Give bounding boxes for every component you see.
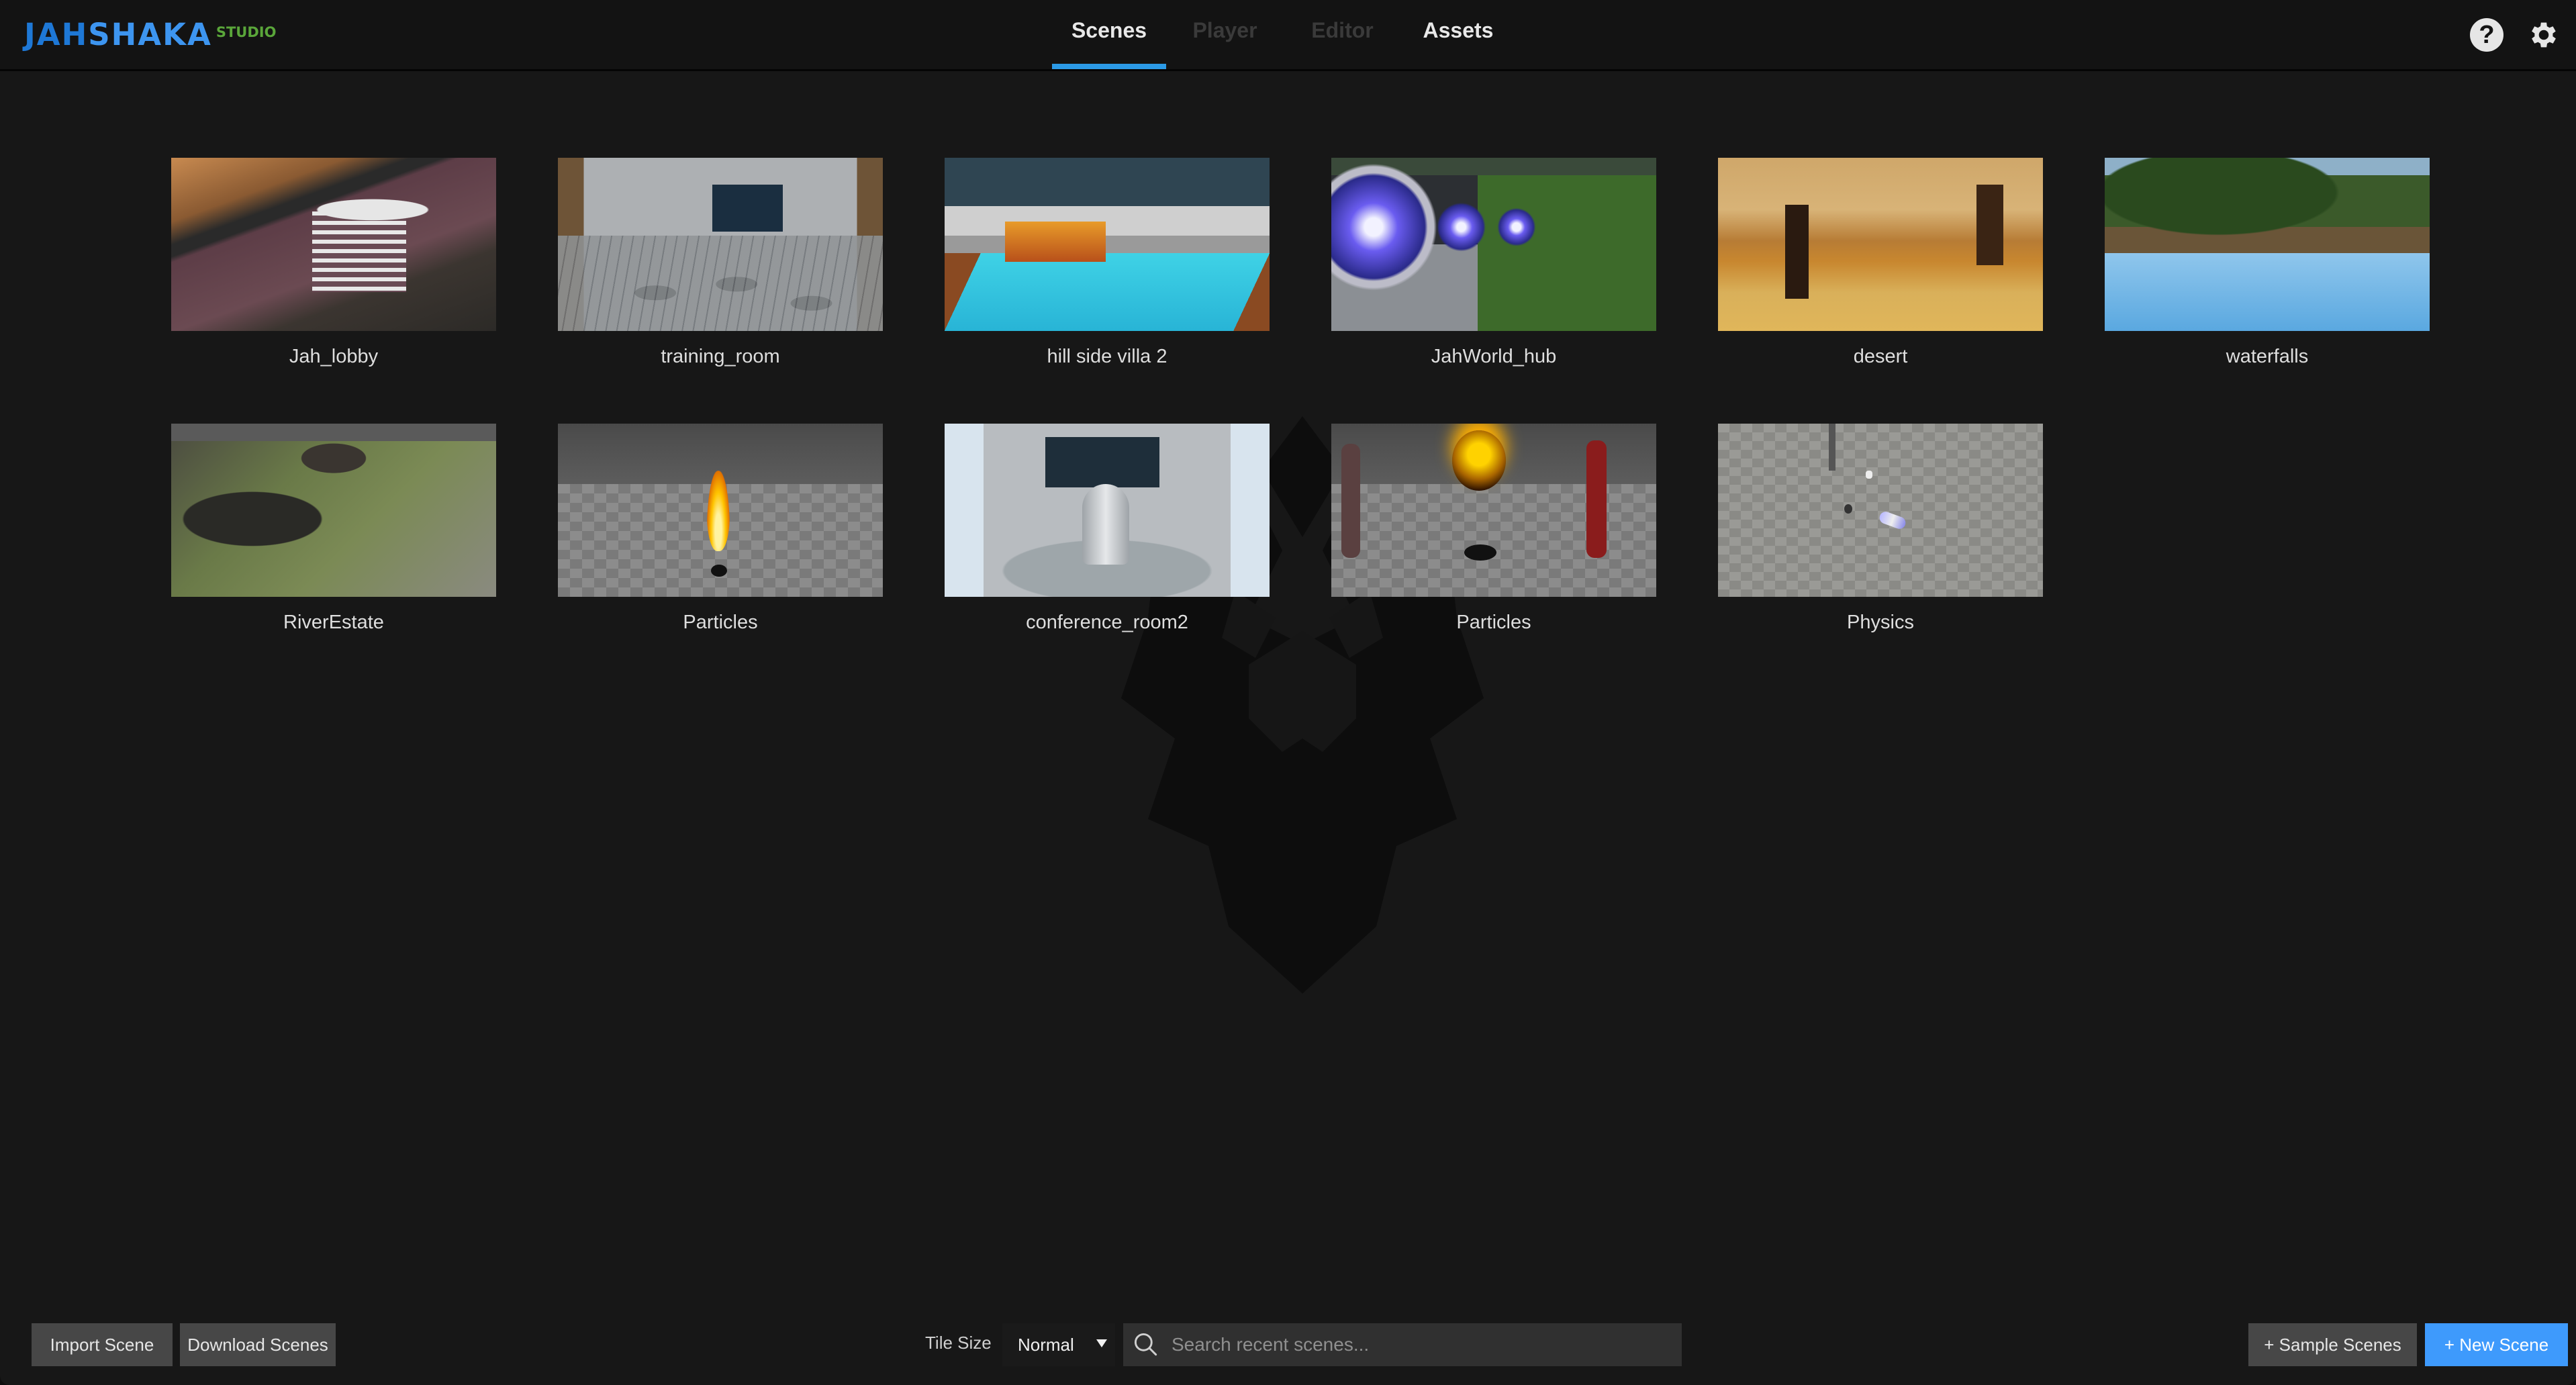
scene-name: waterfalls — [2226, 346, 2309, 367]
scene-thumbnail[interactable] — [2105, 158, 2430, 331]
main-tabs: Scenes Player Editor Assets — [1052, 0, 1515, 69]
scene-thumbnail[interactable] — [945, 424, 1270, 597]
scene-tile[interactable]: desert — [1718, 158, 2043, 367]
search-box[interactable] — [1123, 1323, 1682, 1366]
logo-jah: JAH — [24, 17, 89, 52]
tile-size-dropdown[interactable]: Normal — [1002, 1323, 1115, 1366]
tab-editor[interactable]: Editor — [1284, 0, 1401, 69]
scene-name: training_room — [661, 346, 780, 367]
scene-name: hill side villa 2 — [1047, 346, 1167, 367]
import-scene-button[interactable]: Import Scene — [32, 1323, 173, 1366]
scenes-window: JAHSHAKA STUDIO Scenes Player Editor Ass… — [0, 0, 2576, 1385]
tab-assets[interactable]: Assets — [1401, 0, 1515, 69]
top-nav-bar: JAHSHAKA STUDIO Scenes Player Editor Ass… — [0, 0, 2576, 71]
scene-thumbnail[interactable] — [945, 158, 1270, 331]
character-figure — [1341, 444, 1360, 558]
fireball-graphic — [1452, 430, 1506, 491]
scene-name: Particles — [1456, 612, 1531, 633]
scene-tile[interactable]: conference_room2 — [945, 424, 1270, 633]
shadow-graphic — [1464, 544, 1496, 561]
scene-thumbnail[interactable] — [558, 158, 883, 331]
sample-scenes-button[interactable]: + Sample Scenes — [2248, 1323, 2417, 1366]
scene-tile[interactable]: hill side villa 2 — [945, 158, 1270, 367]
logo-wordmark: JAHSHAKA — [24, 17, 212, 52]
scene-tile[interactable]: JahWorld_hub — [1331, 158, 1656, 367]
scene-thumbnail[interactable] — [171, 424, 496, 597]
gear-icon[interactable] — [2527, 18, 2561, 52]
scene-tile[interactable]: Particles — [558, 424, 883, 633]
scene-name: conference_room2 — [1026, 612, 1188, 633]
scene-name: RiverEstate — [283, 612, 384, 633]
scene-thumbnail[interactable] — [1331, 424, 1656, 597]
download-scenes-button[interactable]: Download Scenes — [180, 1323, 336, 1366]
search-input[interactable] — [1172, 1323, 1668, 1366]
logo-shaka: SHAKA — [88, 17, 212, 52]
physics-object — [1866, 471, 1872, 479]
caret-down-icon — [1096, 1339, 1107, 1347]
gear-glyph — [2532, 22, 2556, 48]
scene-name: Particles — [683, 612, 758, 633]
scene-name: Jah_lobby — [289, 346, 379, 367]
tile-size-value: Normal — [1018, 1334, 1074, 1355]
tab-scenes[interactable]: Scenes — [1052, 0, 1166, 69]
scene-tile[interactable]: Physics — [1718, 424, 2043, 633]
shadow-graphic — [711, 565, 727, 577]
logo-studio: STUDIO — [216, 24, 277, 40]
character-figure — [1586, 440, 1607, 558]
scene-thumbnail[interactable] — [171, 158, 496, 331]
physics-object — [1829, 424, 1835, 471]
scene-name: JahWorld_hub — [1431, 346, 1557, 367]
tab-player[interactable]: Player — [1166, 0, 1284, 69]
new-scene-button[interactable]: + New Scene — [2425, 1323, 2568, 1366]
scene-thumbnail[interactable] — [1718, 158, 2043, 331]
scene-tile[interactable]: Particles — [1331, 424, 1656, 633]
help-icon[interactable]: ? — [2470, 18, 2503, 52]
scene-name: desert — [1853, 346, 1908, 367]
scene-tile[interactable]: waterfalls — [2105, 158, 2430, 367]
scene-tile[interactable]: Jah_lobby — [171, 158, 496, 367]
physics-object — [1878, 510, 1907, 531]
scene-thumbnail[interactable] — [558, 424, 883, 597]
jahshaka-studio-logo: JAHSHAKA STUDIO — [24, 17, 277, 52]
scene-tile[interactable]: training_room — [558, 158, 883, 367]
scene-thumbnail[interactable] — [1331, 158, 1656, 331]
search-icon — [1134, 1333, 1157, 1356]
tile-size-label: Tile Size — [925, 1333, 992, 1353]
scene-thumbnail[interactable] — [1718, 424, 2043, 597]
scene-tile[interactable]: RiverEstate — [171, 424, 496, 633]
physics-object — [1844, 504, 1852, 514]
scene-name: Physics — [1847, 612, 1914, 633]
flame-graphic — [707, 471, 730, 551]
